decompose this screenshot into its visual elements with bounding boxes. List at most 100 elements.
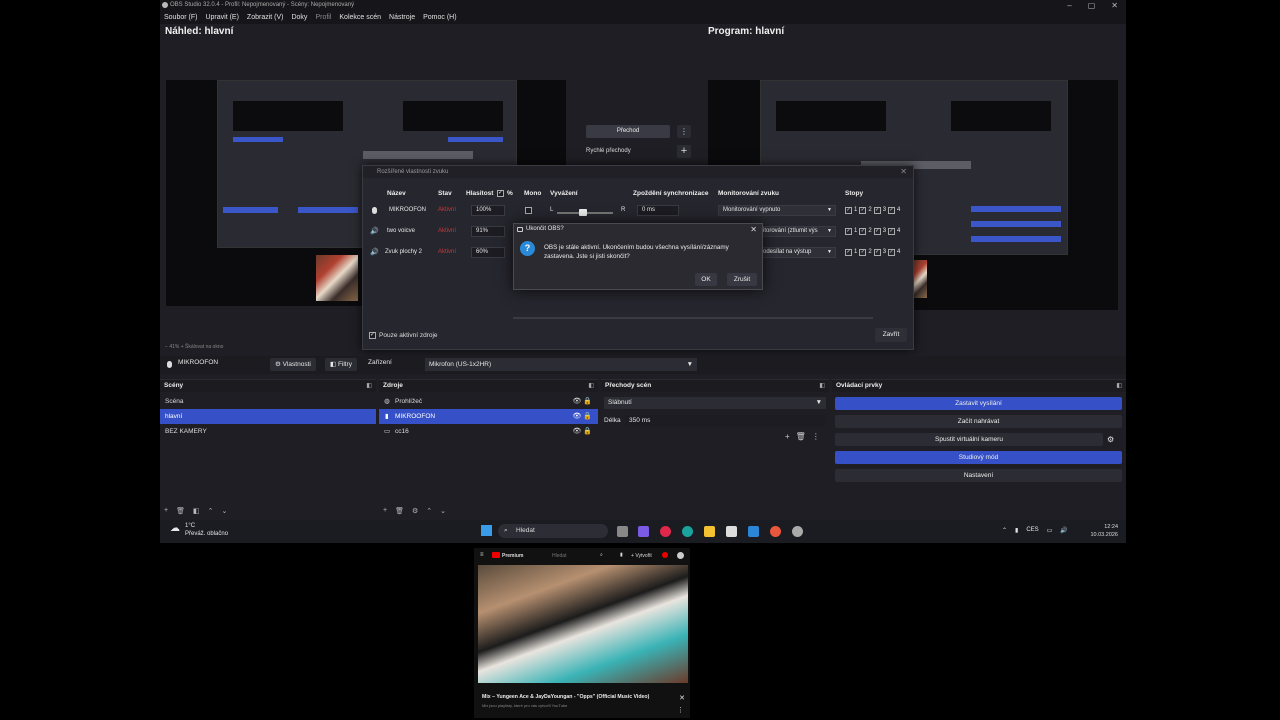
edge-icon[interactable] (682, 526, 693, 537)
monitoring-select[interactable]: Monitorování vypnuto ▼ (718, 205, 836, 216)
volume-percent-checkbox[interactable]: ✓ (497, 190, 504, 197)
add-quick-transition-icon[interactable]: + (677, 145, 691, 158)
notifications-icon[interactable] (662, 552, 668, 558)
more-icon[interactable]: ⋮ (812, 432, 820, 441)
menu-scene-collection[interactable]: Kolekce scén (339, 11, 381, 24)
avatar[interactable] (677, 552, 684, 559)
app-icon[interactable] (660, 526, 671, 537)
task-view-icon[interactable] (617, 526, 628, 537)
add-icon[interactable]: + (164, 507, 168, 515)
stop-streaming-button[interactable]: Zastavit vysílání (835, 397, 1122, 410)
quit-dialog-close-icon[interactable]: ✕ (750, 224, 757, 235)
start-recording-button[interactable]: Začít nahrávat (835, 415, 1122, 428)
chrome-icon[interactable] (770, 526, 781, 537)
visibility-lock-icons[interactable]: 👁 🔒 (572, 424, 592, 439)
active-sources-only-checkbox[interactable]: ✓ Pouze aktivní zdroje (369, 332, 438, 339)
mic-icon[interactable]: ▮ (620, 552, 623, 558)
scene-item[interactable]: Scéna (160, 394, 376, 409)
sync-offset-spinbox[interactable]: 0 ms (637, 205, 679, 216)
copilot-icon[interactable] (638, 526, 649, 537)
settings-icon[interactable] (792, 526, 803, 537)
search-icon[interactable]: ⌕ (600, 552, 603, 558)
transition-type-select[interactable]: Slábnutí ▼ (604, 397, 826, 409)
transition-button[interactable]: Přechod (586, 125, 670, 138)
scene-item[interactable]: hlavní (160, 409, 376, 424)
menu-edit[interactable]: Upravit (E) (205, 11, 238, 24)
gear-icon[interactable]: ⚙ (412, 507, 418, 515)
add-icon[interactable]: + (785, 432, 790, 441)
menu-help[interactable]: Pomoc (H) (423, 11, 456, 24)
more-icon[interactable]: ⋮ (677, 706, 684, 714)
visibility-lock-icons[interactable]: 👁 🔒 (572, 394, 592, 409)
track-checkboxes[interactable]: ✓ 1 ✓ 2 ✓ 3 ✓ 4 (845, 207, 900, 214)
mono-checkbox[interactable] (525, 207, 532, 214)
studio-mode-button[interactable]: Studiový mód (835, 451, 1122, 464)
track-checkboxes[interactable]: ✓ 1 ✓ 2 ✓ 3 ✓ 4 (845, 228, 900, 235)
scale-to-window-select[interactable]: Škálovat na okno (185, 344, 223, 350)
trash-icon[interactable]: 🗑 (176, 507, 185, 515)
menu-tools[interactable]: Nástroje (389, 11, 415, 24)
video-player[interactable] (478, 565, 688, 683)
close-button[interactable]: Zavřít (875, 328, 907, 342)
volume-spinbox[interactable]: 91% (471, 226, 505, 237)
up-arrow-icon[interactable]: ⌃ (426, 507, 432, 515)
trash-icon[interactable]: 🗑 (395, 507, 404, 515)
close-icon[interactable]: ✕ (679, 694, 685, 702)
store-icon[interactable] (726, 526, 737, 537)
gear-icon[interactable]: ⚙ (1107, 435, 1114, 444)
filters-button[interactable]: ◧ Filtry (325, 358, 358, 371)
properties-button[interactable]: ⚙ Vlastnosti (270, 358, 316, 371)
file-explorer-icon[interactable] (704, 526, 715, 537)
source-item[interactable]: ◍ Prohlížeč 👁 🔒 (379, 394, 598, 409)
zoom-out-icon[interactable]: − (165, 344, 168, 350)
dock-menu-icon[interactable]: ◧ (366, 380, 372, 392)
start-virtual-camera-button[interactable]: Spustit virtuální kameru (835, 433, 1103, 446)
tray-mic-icon[interactable]: ▮ (1015, 527, 1018, 534)
tray-chevron-icon[interactable]: ⌃ (1002, 527, 1007, 534)
transition-more-icon[interactable]: ⋮ (677, 125, 691, 138)
advanced-audio-close-icon[interactable]: ✕ (900, 166, 907, 178)
monitoring-select[interactable]: itorování (ztlumit výs ▼ (758, 226, 836, 237)
taskbar-search[interactable]: ⌕ Hledat (498, 524, 608, 538)
menu-file[interactable]: Soubor (F) (164, 11, 197, 24)
maximize-button[interactable]: ▢ (1088, 0, 1096, 11)
menu-view[interactable]: Zobrazit (V) (247, 11, 284, 24)
horizontal-scrollbar[interactable] (513, 317, 873, 319)
zoom-in-icon[interactable]: + (181, 344, 184, 350)
down-arrow-icon[interactable]: ⌄ (440, 507, 446, 515)
minimize-button[interactable]: – (1067, 0, 1071, 11)
visibility-lock-icons[interactable]: 👁 🔒 (572, 409, 592, 424)
ok-button[interactable]: OK (695, 273, 717, 286)
trash-icon[interactable]: 🗑 (796, 432, 806, 441)
clock[interactable]: 12:24 10.03.2026 (1090, 523, 1118, 539)
device-select[interactable]: Mikrofon (US-1x2HR) ▼ (425, 358, 697, 371)
cancel-button[interactable]: Zrušit (727, 273, 757, 286)
monitoring-select[interactable]: odesílat na výstup ▼ (758, 247, 836, 258)
close-window-button[interactable]: ✕ (1111, 0, 1118, 11)
windows-start-icon[interactable] (481, 525, 492, 536)
dock-menu-icon[interactable]: ◧ (819, 380, 825, 392)
network-icon[interactable]: ▭ (1047, 527, 1053, 534)
source-item[interactable]: ▮ MIKROOFON 👁 🔒 (379, 409, 598, 424)
balance-slider[interactable] (557, 209, 613, 216)
settings-button[interactable]: Nastavení (835, 469, 1122, 482)
menu-profile[interactable]: Profil (315, 11, 331, 24)
volume-spinbox[interactable]: 60% (471, 247, 505, 258)
dock-menu-icon[interactable]: ◧ (588, 380, 594, 392)
dock-menu-icon[interactable]: ◧ (1116, 380, 1122, 392)
down-arrow-icon[interactable]: ⌄ (221, 507, 227, 515)
menu-icon[interactable]: ≡ (480, 552, 484, 558)
create-button[interactable]: + Vytvořit (631, 553, 652, 559)
menu-docks[interactable]: Doky (291, 11, 307, 24)
volume-icon[interactable]: 🔊 (1060, 527, 1067, 534)
video-title[interactable]: Mix – Yungeen Ace & JayDaYoungan - "Opps… (482, 694, 677, 700)
volume-spinbox[interactable]: 100% (471, 205, 505, 216)
youtube-search[interactable]: Hledat (552, 553, 566, 559)
scene-item[interactable]: BEZ KAMERY (160, 424, 376, 439)
filter-icon[interactable]: ◧ (193, 507, 200, 515)
track-checkboxes[interactable]: ✓ 1 ✓ 2 ✓ 3 ✓ 4 (845, 249, 900, 256)
up-arrow-icon[interactable]: ⌃ (208, 507, 214, 515)
mail-icon[interactable] (748, 526, 759, 537)
add-icon[interactable]: + (383, 507, 387, 515)
duration-spinbox[interactable]: 350 ms (625, 415, 825, 427)
